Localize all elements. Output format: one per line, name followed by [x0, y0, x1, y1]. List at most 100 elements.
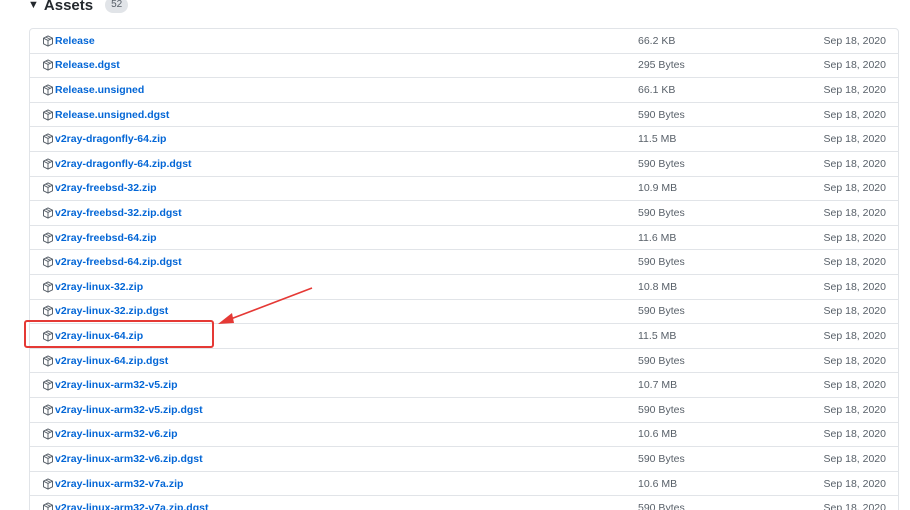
- asset-row: v2ray-linux-arm32-v6.zip.dgst 590 Bytes Se…: [30, 447, 898, 472]
- asset-download-link[interactable]: v2ray-linux-32.zip: [42, 281, 143, 293]
- asset-download-link[interactable]: v2ray-freebsd-32.zip.dgst: [42, 207, 182, 219]
- asset-name-label: v2ray-linux-arm32-v5.zip: [55, 379, 178, 392]
- asset-row: v2ray-linux-arm32-v6.zip 10.6 MB Sep 18, 2…: [30, 423, 898, 448]
- asset-date: Sep 18, 2020: [823, 502, 886, 510]
- asset-name-label: v2ray-linux-arm32-v6.zip.dgst: [55, 452, 203, 465]
- asset-date: Sep 18, 2020: [823, 108, 886, 121]
- asset-download-link[interactable]: Release: [42, 35, 95, 47]
- asset-download-link[interactable]: v2ray-dragonfly-64.zip: [42, 133, 166, 145]
- package-icon: [43, 404, 53, 416]
- asset-size: 590 Bytes: [638, 502, 685, 510]
- asset-size: 590 Bytes: [638, 206, 685, 219]
- asset-name-label: v2ray-linux-arm32-v7a.zip: [55, 477, 184, 490]
- asset-name-label: v2ray-freebsd-64.zip: [55, 231, 157, 244]
- asset-download-link[interactable]: Release.unsigned: [42, 84, 144, 96]
- asset-date: Sep 18, 2020: [823, 452, 886, 465]
- asset-download-link[interactable]: v2ray-linux-arm32-v7a.zip.dgst: [42, 502, 208, 510]
- asset-name-label: v2ray-freebsd-64.zip.dgst: [55, 256, 182, 269]
- asset-download-link[interactable]: v2ray-linux-64.zip: [42, 330, 143, 342]
- triangle-down-icon[interactable]: ▼: [28, 0, 39, 11]
- asset-download-link[interactable]: v2ray-linux-32.zip.dgst: [42, 305, 168, 317]
- asset-date: Sep 18, 2020: [823, 231, 886, 244]
- asset-download-link[interactable]: v2ray-freebsd-64.zip: [42, 232, 157, 244]
- asset-size: 590 Bytes: [638, 354, 685, 367]
- asset-download-link[interactable]: v2ray-linux-64.zip.dgst: [42, 355, 168, 367]
- asset-date: Sep 18, 2020: [823, 280, 886, 293]
- asset-row: Release.dgst 295 Bytes Sep 18, 2020: [30, 54, 898, 79]
- asset-name-label: v2ray-freebsd-32.zip.dgst: [55, 206, 182, 219]
- asset-name-label: v2ray-linux-32.zip: [55, 280, 144, 293]
- asset-name-label: v2ray-linux-arm32-v6.zip: [55, 428, 178, 441]
- package-icon: [43, 182, 53, 194]
- asset-size: 590 Bytes: [638, 108, 685, 121]
- asset-row: v2ray-linux-arm32-v7a.zip 10.6 MB Sep 18, …: [30, 472, 898, 497]
- asset-row: v2ray-freebsd-32.zip 10.9 MB Sep 18, 2020: [30, 177, 898, 202]
- package-icon: [43, 133, 53, 145]
- package-icon: [43, 502, 53, 510]
- asset-size: 295 Bytes: [638, 59, 685, 72]
- asset-name-label: Release.dgst: [55, 59, 120, 72]
- asset-download-link[interactable]: v2ray-freebsd-32.zip: [42, 182, 157, 194]
- asset-download-link[interactable]: v2ray-linux-arm32-v6.zip.dgst: [42, 453, 203, 465]
- asset-date: Sep 18, 2020: [823, 206, 886, 219]
- asset-name-label: v2ray-linux-arm32-v7a.zip.dgst: [55, 502, 209, 510]
- asset-size: 66.2 KB: [638, 34, 676, 47]
- asset-size: 590 Bytes: [638, 403, 685, 416]
- asset-size: 10.9 MB: [638, 182, 678, 195]
- asset-download-link[interactable]: v2ray-linux-arm32-v5.zip: [42, 379, 178, 391]
- asset-date: Sep 18, 2020: [823, 34, 886, 47]
- asset-size: 66.1 KB: [638, 83, 676, 96]
- package-icon: [43, 355, 53, 367]
- package-icon: [43, 305, 53, 317]
- package-icon: [43, 158, 53, 170]
- asset-download-link[interactable]: v2ray-dragonfly-64.zip.dgst: [42, 158, 192, 170]
- package-icon: [43, 84, 53, 96]
- assets-list: Release 66.2 KB Sep 18, 2020 Release.dgst 29…: [29, 28, 899, 510]
- asset-download-link[interactable]: v2ray-linux-arm32-v7a.zip: [42, 478, 183, 490]
- asset-row: v2ray-linux-arm32-v5.zip.dgst 590 Bytes Se…: [30, 398, 898, 423]
- asset-download-link[interactable]: v2ray-linux-arm32-v6.zip: [42, 428, 178, 440]
- asset-date: Sep 18, 2020: [823, 428, 886, 441]
- asset-row: v2ray-freebsd-64.zip.dgst 590 Bytes Sep 18…: [30, 250, 898, 275]
- asset-date: Sep 18, 2020: [823, 329, 886, 342]
- asset-row: v2ray-dragonfly-64.zip.dgst 590 Bytes Sep …: [30, 152, 898, 177]
- asset-row: Release.unsigned.dgst 590 Bytes Sep 18, 20…: [30, 103, 898, 128]
- asset-row: v2ray-linux-arm32-v5.zip 10.7 MB Sep 18, 2…: [30, 373, 898, 398]
- asset-size: 10.7 MB: [638, 379, 678, 392]
- asset-size: 10.6 MB: [638, 477, 678, 490]
- asset-row: v2ray-linux-32.zip 10.8 MB Sep 18, 2020: [30, 275, 898, 300]
- release-assets-page: ▼ Assets 52 Release 66.2 KB Sep 18, 2020 Re…: [0, 0, 910, 510]
- asset-name-label: v2ray-linux-64.zip: [55, 329, 144, 342]
- package-icon: [43, 281, 53, 293]
- assets-header[interactable]: ▼ Assets 52: [28, 0, 129, 16]
- package-icon: [43, 59, 53, 71]
- asset-size: 11.5 MB: [638, 329, 677, 342]
- asset-date: Sep 18, 2020: [823, 182, 886, 195]
- asset-date: Sep 18, 2020: [823, 354, 886, 367]
- asset-size: 10.8 MB: [638, 280, 678, 293]
- package-icon: [43, 35, 53, 47]
- asset-date: Sep 18, 2020: [823, 305, 886, 318]
- asset-download-link[interactable]: Release.unsigned.dgst: [42, 109, 169, 121]
- asset-row: Release.unsigned 66.1 KB Sep 18, 2020: [30, 78, 898, 103]
- asset-name-label: Release.unsigned: [55, 83, 145, 96]
- package-icon: [43, 453, 53, 465]
- asset-name-label: Release.unsigned.dgst: [55, 108, 170, 121]
- asset-date: Sep 18, 2020: [823, 83, 886, 96]
- asset-name-label: v2ray-linux-32.zip.dgst: [55, 305, 169, 318]
- package-icon: [43, 330, 53, 342]
- asset-download-link[interactable]: Release.dgst: [42, 59, 120, 71]
- asset-date: Sep 18, 2020: [823, 403, 886, 416]
- assets-title: Assets: [43, 0, 94, 14]
- asset-size: 11.6 MB: [638, 231, 677, 244]
- asset-download-link[interactable]: v2ray-linux-arm32-v5.zip.dgst: [42, 404, 203, 416]
- asset-size: 590 Bytes: [638, 256, 685, 269]
- asset-size: 590 Bytes: [638, 452, 685, 465]
- assets-count-badge: 52: [105, 0, 129, 13]
- asset-date: Sep 18, 2020: [823, 379, 886, 392]
- asset-row: v2ray-freebsd-32.zip.dgst 590 Bytes Sep 18…: [30, 201, 898, 226]
- asset-download-link[interactable]: v2ray-freebsd-64.zip.dgst: [42, 256, 182, 268]
- asset-row: v2ray-linux-arm32-v7a.zip.dgst 590 Bytes S…: [30, 496, 898, 510]
- asset-size: 590 Bytes: [638, 157, 685, 170]
- asset-date: Sep 18, 2020: [823, 157, 886, 170]
